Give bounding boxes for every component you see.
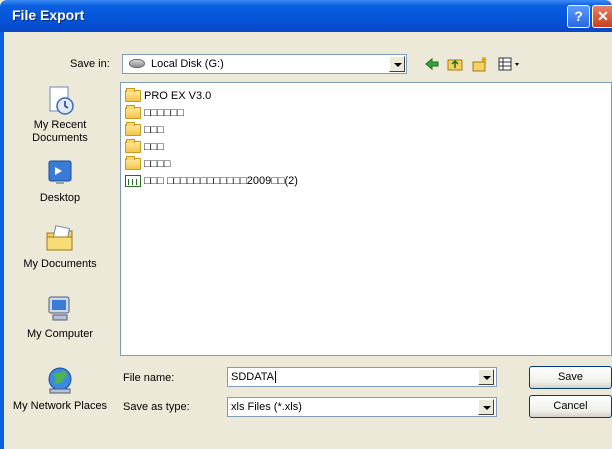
chevron-down-icon[interactable] xyxy=(478,369,494,385)
up-folder-icon[interactable] xyxy=(447,56,463,72)
place-label: My Computer xyxy=(26,328,94,340)
file-name-input[interactable]: SDDATA xyxy=(227,367,497,387)
close-button[interactable]: ✕ xyxy=(592,5,612,28)
save-type-value: xls Files (*.xls) xyxy=(231,401,302,413)
window-title: File Export xyxy=(12,7,85,23)
place-label: My Recent Documents xyxy=(32,119,88,144)
file-name-value: SDDATA xyxy=(231,371,276,384)
folder-icon xyxy=(125,139,141,153)
file-name: PRO EX V3.0 xyxy=(144,90,212,102)
spreadsheet-icon xyxy=(125,175,141,187)
folder-icon xyxy=(125,105,141,119)
file-name: □□□□□□ xyxy=(144,107,184,119)
file-list[interactable]: PRO EX V3.0 □□□□□□ □□□ □□□ □□□□ □□□ □□□□… xyxy=(120,82,612,356)
place-label: My Documents xyxy=(23,258,97,270)
place-label: My Network Places xyxy=(12,400,108,412)
folder-icon xyxy=(125,122,141,136)
title-bar: File Export ? ✕ xyxy=(0,0,612,32)
save-type-label: Save as type: xyxy=(123,401,190,413)
file-name: □□□□ xyxy=(144,158,171,170)
drive-icon xyxy=(129,59,145,68)
recent-documents-icon xyxy=(44,84,76,116)
place-network[interactable]: My Network Places xyxy=(8,365,112,413)
chevron-down-icon[interactable] xyxy=(478,399,494,415)
save-type-dropdown[interactable]: xls Files (*.xls) xyxy=(227,397,497,417)
network-places-icon xyxy=(44,365,76,397)
new-folder-icon[interactable] xyxy=(472,56,488,72)
place-my-computer[interactable]: My Computer xyxy=(8,293,112,341)
place-my-documents[interactable]: My Documents xyxy=(8,223,112,271)
chevron-down-icon[interactable] xyxy=(389,56,405,72)
file-name: □□□ xyxy=(144,124,164,136)
desktop-icon xyxy=(44,157,76,189)
my-documents-icon xyxy=(44,223,76,255)
place-label: Desktop xyxy=(39,192,81,204)
view-menu-icon[interactable] xyxy=(498,56,522,72)
places-bar: My Recent Documents Desktop My Documents… xyxy=(8,80,112,430)
my-computer-icon xyxy=(44,293,76,325)
save-in-value: Local Disk (G:) xyxy=(151,58,224,70)
file-name: □□□ □□□□□□□□□□□□2009□□(2) xyxy=(144,175,298,187)
folder-icon xyxy=(125,88,141,102)
window-frame xyxy=(0,32,4,449)
cancel-button[interactable]: Cancel xyxy=(529,395,612,418)
back-icon[interactable] xyxy=(424,56,440,72)
save-in-label: Save in: xyxy=(70,58,110,70)
place-recent-documents[interactable]: My Recent Documents xyxy=(8,84,112,145)
place-desktop[interactable]: Desktop xyxy=(8,157,112,205)
file-name-label: File name: xyxy=(123,372,175,384)
help-button[interactable]: ? xyxy=(567,5,590,28)
save-button[interactable]: Save xyxy=(529,366,612,389)
file-name: □□□ xyxy=(144,141,164,153)
save-in-dropdown[interactable]: Local Disk (G:) xyxy=(122,54,407,74)
folder-icon xyxy=(125,156,141,170)
